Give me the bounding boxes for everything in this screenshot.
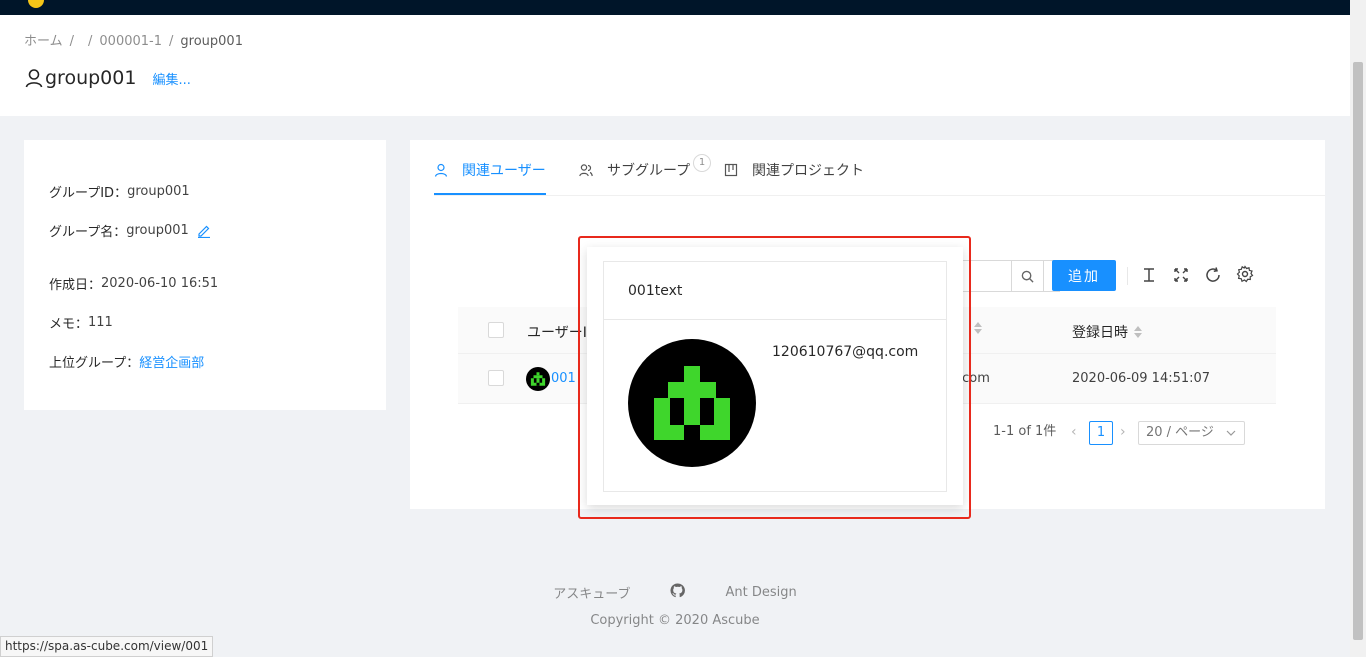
group-id-value: group001 bbox=[127, 184, 190, 199]
user-icon bbox=[434, 163, 448, 177]
reload-icon[interactable] bbox=[1204, 266, 1222, 284]
memo-value: 111 bbox=[88, 315, 113, 330]
search-button[interactable] bbox=[1011, 260, 1044, 292]
edit-link[interactable]: 編集... bbox=[152, 69, 190, 88]
status-url: https://spa.as-cube.com/view/001 bbox=[0, 636, 214, 657]
breadcrumb-item[interactable]: 000001-1 bbox=[99, 34, 162, 49]
page-title-text: group001 bbox=[45, 67, 137, 89]
tab-related-users[interactable]: 関連ユーザー bbox=[434, 160, 546, 180]
select-all-checkbox[interactable] bbox=[488, 322, 504, 338]
group-info-card: グループID： group001 グループ名： group001 作成日： 2020-… bbox=[24, 140, 386, 410]
app-logo[interactable] bbox=[28, 0, 44, 8]
tab-subgroups[interactable]: サブグループ bbox=[579, 160, 690, 180]
project-icon bbox=[724, 163, 738, 177]
search-input[interactable] bbox=[960, 260, 1060, 292]
breadcrumb-current: group001 bbox=[180, 34, 243, 49]
row-checkbox[interactable] bbox=[488, 370, 504, 386]
search-icon bbox=[1021, 270, 1034, 283]
created-row: 作成日： 2020-06-10 16:51 bbox=[49, 276, 219, 293]
page-scrollbar[interactable] bbox=[1350, 0, 1366, 657]
fullscreen-icon[interactable] bbox=[1172, 266, 1190, 284]
date-cell: 2020-06-09 14:51:07 bbox=[1072, 371, 1211, 386]
breadcrumb-home[interactable]: ホーム bbox=[24, 34, 63, 49]
avatar bbox=[526, 367, 550, 391]
column-header-date[interactable]: 登録日時 bbox=[1072, 322, 1142, 342]
memo-row: メモ： 111 bbox=[49, 315, 113, 332]
tab-bar bbox=[434, 140, 1325, 196]
breadcrumb: ホーム //000001-1/group001 bbox=[24, 34, 243, 49]
top-navbar bbox=[0, 0, 1350, 15]
user-link[interactable]: 001 bbox=[551, 371, 576, 386]
chevron-down-icon bbox=[1226, 430, 1236, 436]
prev-page-icon[interactable]: ‹ bbox=[1071, 424, 1077, 440]
parent-group-row: 上位グループ： 経営企画部 bbox=[49, 352, 204, 371]
subgroup-count-badge: 1 bbox=[693, 154, 711, 172]
active-tab-indicator bbox=[434, 193, 546, 195]
group-name-row: グループ名： group001 bbox=[49, 221, 211, 240]
toolbar-divider bbox=[1127, 267, 1128, 285]
page-size-select[interactable]: 20 / ページ bbox=[1138, 421, 1245, 445]
highlight-box bbox=[578, 236, 971, 519]
add-button[interactable]: 追加 bbox=[1052, 260, 1116, 291]
group-id-row: グループID： group001 bbox=[49, 184, 190, 201]
page-item-1[interactable]: 1 bbox=[1089, 421, 1113, 445]
pagination-total: 1-1 of 1件 bbox=[993, 424, 1057, 439]
sort-icon bbox=[1134, 326, 1142, 338]
scrollbar-thumb[interactable] bbox=[1353, 62, 1363, 640]
footer-link-antdesign[interactable]: Ant Design bbox=[725, 585, 796, 600]
created-value: 2020-06-10 16:51 bbox=[101, 276, 219, 291]
tab-related-projects[interactable]: 関連プロジェクト bbox=[724, 160, 864, 180]
group-name-value: group001 bbox=[126, 223, 189, 238]
copyright-icon: © bbox=[658, 613, 671, 628]
team-icon bbox=[579, 164, 593, 177]
edit-pencil-icon[interactable] bbox=[197, 224, 211, 238]
user-icon bbox=[25, 69, 43, 88]
parent-group-link[interactable]: 経営企画部 bbox=[139, 352, 204, 371]
column-height-icon[interactable] bbox=[1140, 266, 1158, 284]
footer-copyright: Copyright © 2020 Ascube bbox=[590, 613, 760, 628]
footer-links: アスキューブ Ant Design bbox=[0, 583, 1350, 602]
page-header: ホーム //000001-1/group001 group001 編集... bbox=[0, 15, 1350, 116]
setting-icon[interactable] bbox=[1236, 265, 1254, 283]
next-page-icon[interactable]: › bbox=[1120, 424, 1126, 440]
footer-link-ascube[interactable]: アスキューブ bbox=[553, 583, 630, 602]
page-title: group001 編集... bbox=[24, 67, 191, 89]
github-icon[interactable] bbox=[670, 583, 686, 602]
